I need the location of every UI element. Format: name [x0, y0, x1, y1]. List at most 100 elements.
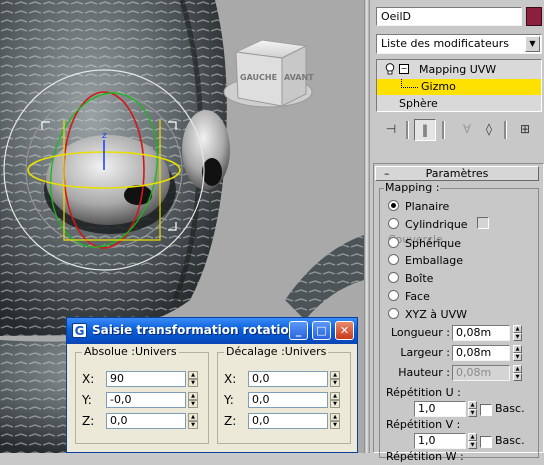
viewcube-face-front[interactable]: AVANT	[284, 73, 314, 82]
object-color-swatch[interactable]	[526, 7, 542, 26]
off-z-label: Z:	[224, 414, 237, 428]
couvercle-checkbox	[477, 217, 490, 229]
modifier-stack[interactable]: − Mapping UVW Gizmo Sphère	[376, 59, 542, 112]
stack-toolbar: ⊣ ‖ ∀ ◊ ⊞	[376, 118, 542, 142]
basc-u-checkbox[interactable]	[480, 404, 492, 416]
object-name-field[interactable]: OeilD	[376, 7, 522, 26]
modifier-list-label: Liste des modificateurs	[381, 37, 509, 50]
longueur-field[interactable]: 0,08m	[452, 325, 510, 341]
rep-v-spinner[interactable]: ▲ ▼	[468, 433, 477, 449]
parameters-rollout: – Paramètres Mapping : Planaire Cylindri…	[373, 163, 544, 463]
radio-planaire[interactable]: Planaire	[388, 199, 449, 214]
longueur-label: Longueur :	[390, 326, 450, 339]
radio-label: Sphérique	[405, 237, 462, 250]
toolbar-separator	[406, 121, 409, 139]
toolbar-separator	[442, 121, 445, 139]
rep-v-field[interactable]: 1,0	[414, 433, 466, 449]
rollout-title: Paramètres	[425, 167, 489, 180]
rep-u-label: Répétition U :	[386, 386, 461, 399]
tree-connector	[401, 79, 418, 88]
off-z-spinner[interactable]: ▲ ▼	[330, 413, 340, 429]
rollout-collapse-icon[interactable]: –	[384, 167, 390, 180]
radio-indicator[interactable]	[388, 237, 399, 248]
radio-boite[interactable]: Boîte	[388, 271, 433, 286]
abs-x-field[interactable]: 90	[106, 371, 186, 387]
off-x-field[interactable]: 0,0	[248, 371, 328, 387]
off-x-label: X:	[224, 372, 237, 386]
abs-x-label: X:	[82, 372, 95, 386]
collapse-icon[interactable]: −	[399, 64, 409, 74]
minimize-icon[interactable]: _	[289, 321, 308, 340]
largeur-field[interactable]: 0,08m	[452, 345, 510, 361]
radio-indicator[interactable]	[388, 200, 399, 211]
rotation-transform-dialog: G Saisie transformation rotation _ □ ✕ A…	[66, 317, 358, 453]
largeur-row: Largeur : 0,08m ▲ ▼	[380, 345, 530, 361]
stack-item-mapping-uvw[interactable]: Mapping UVW	[419, 62, 496, 78]
radio-indicator[interactable]	[388, 272, 399, 283]
hauteur-row: Hauteur : 0,08m ▲ ▼	[380, 365, 530, 381]
pin-stack-icon[interactable]: ⊣	[380, 119, 402, 141]
radio-indicator[interactable]	[388, 254, 399, 265]
longueur-row: Longueur : 0,08m ▲ ▼	[380, 325, 530, 341]
dialog-titlebar[interactable]: G Saisie transformation rotation _ □ ✕	[67, 318, 357, 344]
stack-item-gizmo[interactable]: Gizmo	[377, 79, 541, 95]
radio-indicator[interactable]	[388, 290, 399, 301]
abs-x-spinner[interactable]: ▲ ▼	[188, 371, 198, 387]
radio-label: Boîte	[405, 272, 434, 285]
basc-v-checkbox[interactable]	[480, 436, 492, 448]
abs-y-spinner[interactable]: ▲ ▼	[188, 392, 198, 408]
gizmo-z-label: z	[102, 131, 107, 141]
radio-label: Cylindrique	[405, 218, 468, 231]
hauteur-field: 0,08m	[452, 365, 510, 381]
abs-z-spinner[interactable]: ▲ ▼	[188, 413, 198, 429]
app-icon[interactable]: G	[72, 323, 87, 338]
dialog-title: Saisie transformation rotation	[92, 323, 298, 337]
largeur-spinner[interactable]: ▲ ▼	[513, 345, 522, 361]
stack-item-sphere[interactable]: Sphère	[399, 96, 544, 112]
radio-spherique[interactable]: Sphérique	[388, 236, 461, 251]
rep-v-row: 1,0 ▲ ▼ Basc.	[380, 433, 530, 449]
radio-indicator[interactable]	[388, 218, 399, 229]
radio-xyz-uvw[interactable]: XYZ à UVW	[388, 307, 467, 322]
abs-z-field[interactable]: 0,0	[106, 413, 186, 429]
rep-u-field[interactable]: 1,0	[414, 401, 466, 417]
off-x-spinner[interactable]: ▲ ▼	[330, 371, 340, 387]
radio-cylindrique[interactable]: Cylindrique Couvercle	[388, 217, 538, 246]
modifier-list-dropdown[interactable]: Liste des modificateurs ▼	[376, 34, 542, 54]
parameters-rollout-header[interactable]: – Paramètres	[375, 166, 539, 181]
radio-label: Face	[405, 290, 430, 303]
abs-y-field[interactable]: -0,0	[106, 392, 186, 408]
off-y-spinner[interactable]: ▲ ▼	[330, 392, 340, 408]
rep-w-label: Répétition W :	[386, 450, 464, 463]
radio-indicator[interactable]	[388, 308, 399, 319]
abs-y-label: Y:	[82, 393, 92, 407]
mapping-group: Mapping : Planaire Cylindrique Couvercle…	[379, 181, 539, 463]
radio-face[interactable]: Face	[388, 289, 430, 304]
radio-label: XYZ à UVW	[405, 308, 467, 321]
absolute-world-group: Absolue :Univers X: 90 ▲ ▼ Y: -0,0 ▲ ▼ Z: …	[75, 345, 209, 444]
close-icon[interactable]: ✕	[335, 321, 354, 340]
rep-v-label: Répétition V :	[386, 418, 461, 431]
chevron-down-icon[interactable]: ▼	[525, 36, 540, 52]
maximize-icon[interactable]: □	[312, 321, 331, 340]
command-panel: OeilD Liste des modificateurs ▼ − Mappin…	[370, 0, 544, 463]
configure-modifier-sets-icon[interactable]: ⊞	[514, 119, 536, 141]
radio-label: Emballage	[405, 254, 463, 267]
offset-legend: Décalage :Univers	[224, 345, 329, 358]
lightbulb-icon[interactable]	[385, 63, 395, 75]
radio-emballage[interactable]: Emballage	[388, 253, 463, 268]
basc-u-label: Basc.	[495, 402, 525, 415]
off-z-field[interactable]: 0,0	[248, 413, 328, 429]
offset-world-group: Décalage :Univers X: 0,0 ▲ ▼ Y: 0,0 ▲ ▼ Z:…	[217, 345, 351, 444]
remove-modifier-icon[interactable]: ◊	[478, 119, 500, 141]
rep-u-spinner[interactable]: ▲ ▼	[468, 401, 477, 417]
off-y-field[interactable]: 0,0	[248, 392, 328, 408]
show-end-result-icon[interactable]: ‖	[414, 119, 436, 141]
make-unique-icon[interactable]: ∀	[456, 119, 478, 141]
radio-label: Planaire	[405, 200, 450, 213]
viewcube-face-left[interactable]: GAUCHE	[240, 73, 277, 82]
rep-u-row: 1,0 ▲ ▼ Basc.	[380, 401, 530, 417]
longueur-spinner[interactable]: ▲ ▼	[513, 325, 522, 341]
mapping-legend: Mapping :	[384, 181, 441, 194]
off-y-label: Y:	[224, 393, 234, 407]
